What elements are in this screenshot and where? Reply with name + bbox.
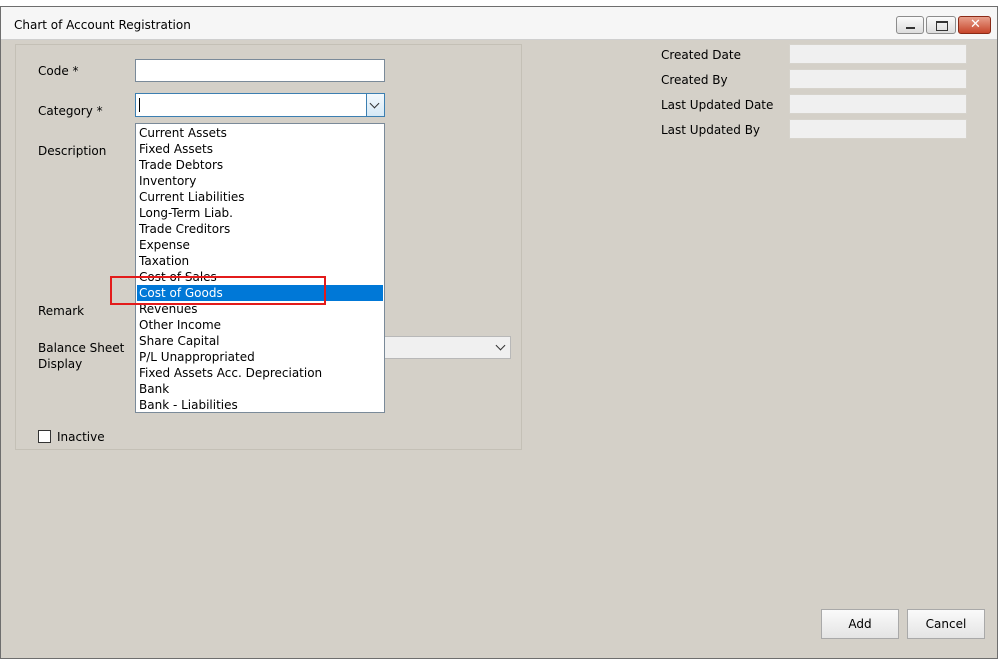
last-updated-date-field	[789, 94, 967, 114]
dropdown-item[interactable]: Taxation	[137, 253, 383, 269]
dropdown-item[interactable]: Fixed Assets Acc. Depreciation	[137, 365, 383, 381]
balance-sheet-label-line2: Display	[38, 357, 83, 371]
dropdown-item[interactable]: Trade Debtors	[137, 157, 383, 173]
code-label: Code *	[38, 64, 79, 78]
window-title: Chart of Account Registration	[14, 18, 191, 32]
maximize-icon	[936, 21, 948, 31]
dropdown-item[interactable]: Bank - Liabilities	[137, 397, 383, 412]
text-cursor	[139, 98, 140, 112]
dropdown-item[interactable]: P/L Unappropriated	[137, 349, 383, 365]
dropdown-item[interactable]: Current Assets	[137, 125, 383, 141]
created-date-label: Created Date	[661, 48, 741, 62]
inactive-checkbox[interactable]	[38, 430, 51, 443]
created-by-field	[789, 69, 967, 89]
dropdown-item[interactable]: Bank	[137, 381, 383, 397]
minimize-button[interactable]	[896, 16, 924, 34]
cancel-button[interactable]: Cancel	[907, 609, 985, 639]
add-button[interactable]: Add	[821, 609, 899, 639]
dropdown-item[interactable]: Current Liabilities	[137, 189, 383, 205]
created-date-field	[789, 44, 967, 64]
last-updated-by-field	[789, 119, 967, 139]
dropdown-item-selected[interactable]: Cost of Goods	[137, 285, 383, 301]
maximize-button[interactable]	[926, 16, 956, 34]
chevron-down-icon	[369, 98, 380, 109]
description-label: Description	[38, 144, 107, 158]
dropdown-item[interactable]: Share Capital	[137, 333, 383, 349]
remark-label: Remark	[38, 304, 85, 318]
dropdown-item[interactable]: Inventory	[137, 173, 383, 189]
close-button[interactable]: ✕	[958, 16, 991, 34]
last-updated-date-label: Last Updated Date	[661, 98, 774, 112]
category-label: Category *	[38, 104, 103, 118]
last-updated-by-label: Last Updated By	[661, 123, 761, 137]
dropdown-item[interactable]: Long-Term Liab.	[137, 205, 383, 221]
chevron-down-icon	[495, 340, 506, 351]
dropdown-item[interactable]: Expense	[137, 237, 383, 253]
inactive-label[interactable]: Inactive	[57, 429, 105, 445]
close-icon: ✕	[970, 17, 981, 32]
created-by-label: Created By	[661, 73, 728, 87]
code-input[interactable]	[135, 59, 385, 82]
category-dropdown-button[interactable]	[366, 94, 384, 116]
dropdown-item[interactable]: Revenues	[137, 301, 383, 317]
dropdown-item[interactable]: Fixed Assets	[137, 141, 383, 157]
category-combo[interactable]	[135, 93, 385, 117]
minimize-icon	[906, 27, 915, 29]
title-bar[interactable]: Chart of Account Registration ✕	[1, 7, 997, 40]
dropdown-item[interactable]: Other Income	[137, 317, 383, 333]
dropdown-item[interactable]: Trade Creditors	[137, 221, 383, 237]
balance-sheet-label-line1: Balance Sheet	[38, 341, 125, 355]
category-dropdown-list[interactable]: Current Assets Fixed Assets Trade Debtor…	[135, 123, 385, 413]
balance-sheet-display-combo[interactable]	[384, 336, 511, 359]
dropdown-item[interactable]: Cost of Sales	[137, 269, 383, 285]
